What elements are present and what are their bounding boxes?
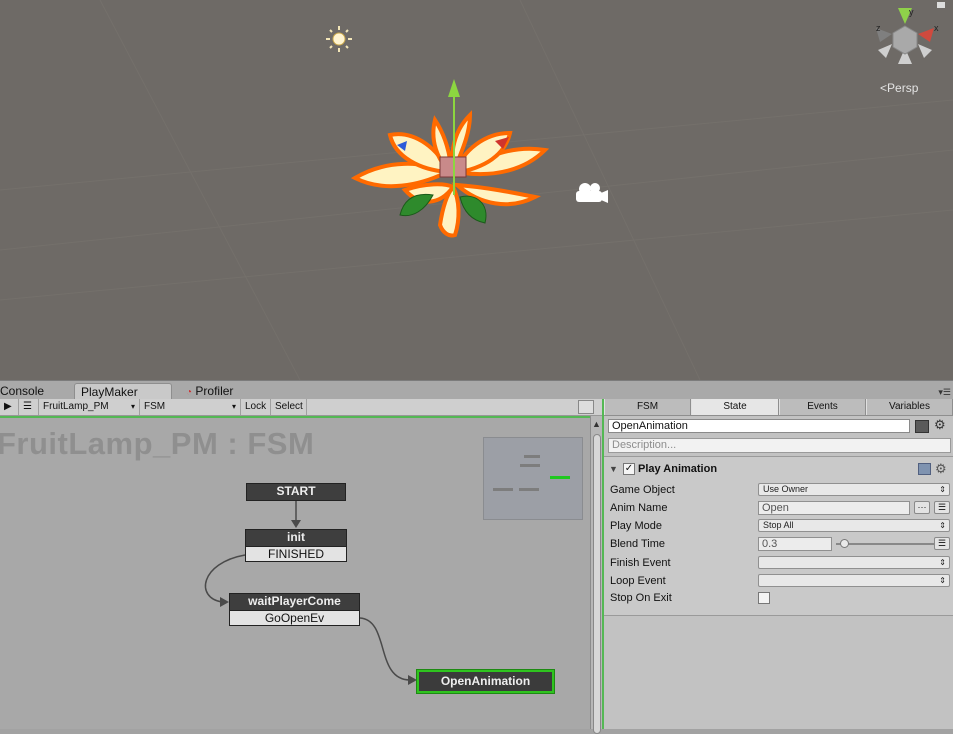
state-node-title: START bbox=[247, 484, 345, 500]
fsm-dropdown-value: FSM bbox=[144, 401, 166, 412]
param-label: Anim Name bbox=[610, 502, 668, 514]
graph-view-settings-icon[interactable] bbox=[578, 400, 594, 414]
dropdown-arrow-icon: ⇕ bbox=[939, 485, 946, 494]
gameobject-dropdown-value: FruitLamp_PM bbox=[43, 401, 109, 412]
param-anim-name: Anim Name Open ··· ☰ bbox=[610, 501, 950, 516]
action-enabled-checkbox[interactable]: ✓ bbox=[623, 463, 635, 475]
param-label: Blend Time bbox=[610, 538, 666, 550]
state-event-finished[interactable]: FINISHED bbox=[246, 546, 346, 561]
state-inspector: FSM State Events Variables OpenAnimation… bbox=[604, 399, 953, 729]
tab-profiler-label: Profiler bbox=[195, 384, 234, 398]
lock-icon[interactable] bbox=[936, 0, 946, 8]
tab-variables[interactable]: Variables bbox=[866, 399, 953, 415]
param-label: Game Object bbox=[610, 484, 675, 496]
transition-wait-open bbox=[359, 617, 411, 681]
tab-fsm[interactable]: FSM bbox=[604, 399, 691, 415]
blend-time-slider[interactable] bbox=[836, 543, 936, 545]
play-icon[interactable]: ▶ bbox=[0, 399, 19, 415]
game-object-dropdown[interactable]: Use Owner ⇕ bbox=[758, 483, 950, 496]
state-node-init[interactable]: init FINISHED bbox=[245, 529, 347, 562]
projection-toggle[interactable]: <Persp bbox=[880, 81, 918, 95]
dropdown-arrow-icon: ⇕ bbox=[939, 558, 946, 567]
play-mode-dropdown[interactable]: Stop All ⇕ bbox=[758, 519, 950, 532]
state-node-title: OpenAnimation bbox=[419, 672, 552, 691]
action-header[interactable]: ▼ ✓ Play Animation ⚙ bbox=[604, 461, 953, 478]
state-node-openanimation[interactable]: OpenAnimation bbox=[417, 670, 554, 693]
arrow-head-icon bbox=[220, 597, 229, 607]
param-game-object: Game Object Use Owner ⇕ bbox=[610, 483, 950, 498]
more-options-button[interactable]: ··· bbox=[914, 501, 930, 514]
svg-text:z: z bbox=[876, 23, 881, 33]
gameobject-dropdown[interactable]: FruitLamp_PM ▾ bbox=[39, 399, 140, 415]
dropdown-value: Stop All bbox=[763, 520, 794, 530]
scrollbar-thumb[interactable] bbox=[593, 434, 601, 734]
param-finish-event: Finish Event ⇕ bbox=[610, 556, 950, 571]
blend-time-field[interactable]: 0.3 bbox=[758, 537, 832, 551]
param-loop-event: Loop Event ⇕ bbox=[610, 574, 950, 589]
state-node-title: waitPlayerCome bbox=[230, 594, 359, 610]
chevron-left-icon: < bbox=[880, 81, 888, 95]
param-stop-on-exit: Stop On Exit bbox=[610, 591, 950, 606]
svg-text:y: y bbox=[909, 7, 914, 17]
hamburger-menu-icon[interactable]: ☰ bbox=[19, 399, 39, 415]
dropdown-arrow-icon: ⇕ bbox=[939, 521, 946, 530]
action-title: Play Animation bbox=[638, 463, 718, 475]
profiler-icon: ◔ bbox=[186, 387, 193, 398]
scene-view[interactable]: y z x <Persp bbox=[0, 0, 953, 380]
state-node-waitplayercome[interactable]: waitPlayerCome GoOpenEv bbox=[229, 593, 360, 626]
playmaker-toolbar: ▶ ☰ FruitLamp_PM ▾ FSM ▾ Lock Select bbox=[0, 399, 602, 416]
select-button[interactable]: Select bbox=[271, 399, 307, 415]
state-node-start[interactable]: START bbox=[246, 483, 346, 501]
param-label: Finish Event bbox=[610, 557, 671, 569]
param-label: Play Mode bbox=[610, 520, 662, 532]
dropdown-arrow-icon: ▾ bbox=[130, 402, 135, 411]
tab-console[interactable]: Console bbox=[0, 383, 50, 400]
state-name-field[interactable]: OpenAnimation bbox=[608, 419, 910, 433]
param-play-mode: Play Mode Stop All ⇕ bbox=[610, 519, 950, 534]
graph-vertical-scrollbar[interactable]: ▲ bbox=[590, 416, 602, 734]
camera-icon[interactable] bbox=[571, 180, 611, 208]
variable-toggle-button[interactable]: ☰ bbox=[934, 501, 950, 514]
param-label: Loop Event bbox=[610, 575, 666, 587]
action-list: ▼ ✓ Play Animation ⚙ Game Object Use Own… bbox=[604, 456, 953, 616]
gear-icon[interactable]: ⚙ bbox=[934, 417, 946, 433]
directional-light-icon[interactable] bbox=[324, 25, 354, 55]
foldout-triangle-icon[interactable]: ▼ bbox=[609, 464, 618, 474]
stop-on-exit-checkbox[interactable] bbox=[758, 592, 770, 604]
finish-event-dropdown[interactable]: ⇕ bbox=[758, 556, 950, 569]
slider-knob[interactable] bbox=[840, 539, 849, 548]
dropdown-value: Use Owner bbox=[763, 484, 809, 494]
help-icon[interactable] bbox=[918, 463, 931, 475]
state-node-title: init bbox=[246, 530, 346, 546]
lock-button[interactable]: Lock bbox=[241, 399, 271, 415]
description-field[interactable]: Description... bbox=[608, 438, 951, 453]
arrow-head-icon bbox=[408, 675, 417, 685]
state-event-goopenev[interactable]: GoOpenEv bbox=[230, 610, 359, 625]
dropdown-arrow-icon: ⇕ bbox=[939, 576, 946, 585]
projection-label: Persp bbox=[887, 81, 919, 95]
scroll-up-icon[interactable]: ▲ bbox=[592, 419, 601, 429]
tab-playmaker[interactable]: PlayMaker bbox=[74, 383, 172, 400]
arrow-head-icon bbox=[291, 520, 301, 528]
gear-icon[interactable]: ⚙ bbox=[935, 461, 947, 477]
editor-tab-bar: Console PlayMaker ◔ Profiler ▾☰ bbox=[0, 380, 953, 400]
fsm-dropdown[interactable]: FSM ▾ bbox=[140, 399, 241, 415]
variable-toggle-button[interactable]: ☰ bbox=[934, 537, 950, 550]
param-label: Stop On Exit bbox=[610, 592, 672, 604]
tab-profiler[interactable]: ◔ Profiler bbox=[180, 383, 239, 400]
inspector-tabs: FSM State Events Variables bbox=[604, 399, 953, 416]
tab-events[interactable]: Events bbox=[779, 399, 866, 415]
param-blend-time: Blend Time 0.3 ☰ bbox=[610, 537, 950, 552]
tab-options-menu-icon[interactable]: ▾☰ bbox=[938, 387, 951, 398]
state-color-swatch[interactable] bbox=[915, 420, 929, 433]
anim-name-field[interactable]: Open bbox=[758, 501, 910, 515]
loop-event-dropdown[interactable]: ⇕ bbox=[758, 574, 950, 587]
scene-orientation-gizmo[interactable]: y z x bbox=[868, 6, 946, 76]
svg-text:x: x bbox=[934, 23, 939, 33]
dropdown-arrow-icon: ▾ bbox=[231, 402, 236, 411]
tab-state[interactable]: State bbox=[691, 399, 779, 415]
fruit-lamp-object[interactable] bbox=[345, 75, 555, 245]
fsm-graph-view[interactable]: FruitLamp_PM : FSM START init FINISHED w… bbox=[0, 416, 590, 729]
